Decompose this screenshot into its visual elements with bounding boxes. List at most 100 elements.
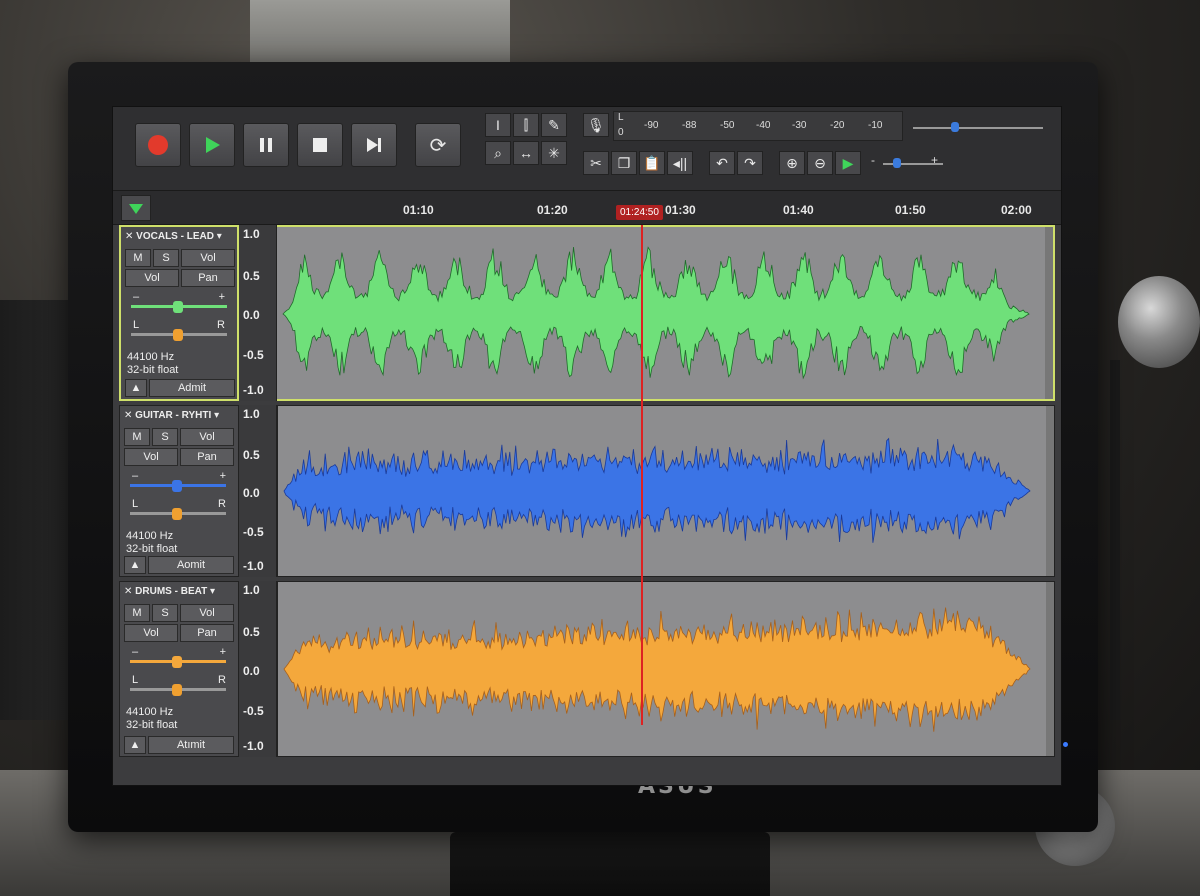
pan-knob[interactable] [173,329,183,341]
skip-end-button[interactable] [351,123,397,167]
volume-button[interactable]: Vol [181,249,235,267]
zoom-out-button[interactable]: ⊖ [807,151,833,175]
close-icon[interactable]: ✕ [124,410,135,421]
monitor-stand [450,832,770,896]
waveform-area[interactable] [277,581,1055,757]
stop-button[interactable] [297,123,343,167]
waveform-area[interactable] [277,225,1055,401]
track-name[interactable]: ✕ GUITAR - RYHTI ▾ [124,410,219,421]
envelope-tool[interactable]: ⫿ [513,113,539,137]
redo-button[interactable]: ↷ [737,151,763,175]
play-at-speed-button[interactable]: ▶ [835,151,861,175]
track-name[interactable]: ✕ DRUMS - BEAT ▾ [124,586,215,597]
gain-knob[interactable] [172,656,182,668]
dropdown-icon[interactable]: ▾ [210,586,215,597]
level-meter: L 0 -90 -88 -50 -40 -30 -20 -10 [613,111,903,141]
play-speed-icon: ▶ [842,154,854,171]
scale-label: -0.5 [243,348,264,363]
sample-format: 32-bit float [126,719,178,731]
gain-knob[interactable] [172,480,182,492]
sample-rate: 44100 Hz [127,351,175,363]
audio-track[interactable]: ✕ GUITAR - RYHTI ▾ M S Vol Vol Pan – + L… [113,405,1061,577]
speed-plus: + [931,153,939,167]
track-action-button[interactable]: Admit [149,379,235,397]
transport-toolbar: ⟳ I ⫿ ✎ ⌕ ↔ ✳ 🎙 L 0 -90 -88 -50 -40 -30 … [113,107,1061,191]
close-icon[interactable]: ✕ [125,231,136,242]
playhead-line[interactable] [641,225,643,725]
track-scrollbar[interactable] [1046,406,1054,576]
solo-button[interactable]: S [152,604,178,622]
draw-tool[interactable]: ✎ [541,113,567,137]
close-icon[interactable]: ✕ [124,586,135,597]
cut-button[interactable]: ✂ [583,151,609,175]
undo-button[interactable]: ↶ [709,151,735,175]
power-led [1063,742,1068,747]
gain-knob[interactable] [173,301,183,313]
zoom-in-button[interactable]: ⊕ [779,151,805,175]
collapse-button[interactable]: ▲ [124,736,146,754]
solo-button[interactable]: S [153,249,179,267]
playback-volume-slider[interactable] [913,127,1043,129]
pan-knob[interactable] [172,684,182,696]
mute-button[interactable]: M [125,249,151,267]
volume-label-button[interactable]: Vol [124,624,178,642]
dropdown-icon[interactable]: ▾ [217,231,222,242]
microphone-icon: 🎙 [587,116,605,133]
pan-knob[interactable] [172,508,182,520]
mute-button[interactable]: M [124,604,150,622]
waveform-shape [283,437,1031,543]
amplitude-scale: 1.0 0.5 0.0 -0.5 -1.0 [239,405,277,577]
silence-button[interactable]: ◂|| [667,151,693,175]
playhead-time[interactable]: 01:24:50 [616,205,663,220]
volume-label-button[interactable]: Vol [124,448,178,466]
timeline-menu-button[interactable] [121,195,151,221]
volume-button[interactable]: Vol [180,604,234,622]
collapse-button[interactable]: ▲ [125,379,147,397]
track-control-panel[interactable]: ✕ VOCALS - LEAD ▾ M S Vol Vol Pan – + L … [119,225,239,401]
zoom-tool[interactable]: ⌕ [485,141,511,165]
play-button[interactable] [189,123,235,167]
loop-icon: ⟳ [429,134,447,157]
mute-button[interactable]: M [124,428,150,446]
dropdown-icon[interactable]: ▾ [214,410,219,421]
daw-screen: ⟳ I ⫿ ✎ ⌕ ↔ ✳ 🎙 L 0 -90 -88 -50 -40 -30 … [112,106,1062,786]
scale-label: -1.0 [243,739,264,753]
solo-button[interactable]: S [152,428,178,446]
timeshift-tool[interactable]: ↔ [513,141,539,165]
track-control-panel[interactable]: ✕ DRUMS - BEAT ▾ M S Vol Vol Pan – + L R… [119,581,239,757]
track-scrollbar[interactable] [1045,227,1053,399]
track-name[interactable]: ✕ VOCALS - LEAD ▾ [125,231,222,242]
meter-tick: -90 [644,120,659,131]
volume-button[interactable]: Vol [180,428,234,446]
asterisk-icon: ✳ [548,144,560,161]
loop-button[interactable]: ⟳ [415,123,461,167]
record-button[interactable] [135,123,181,167]
copy-button[interactable]: ❐ [611,151,637,175]
pan-right-label: R [217,319,225,331]
record-meter-button[interactable]: 🎙 [583,113,609,137]
timeline-ruler[interactable]: 01:10 01:20 01:30 01:40 01:50 02:00 01:2… [113,191,1061,225]
waveform-area[interactable] [277,405,1055,577]
track-action-button[interactable]: Aomit [148,556,234,574]
volume-label-button[interactable]: Vol [125,269,179,287]
pan-right-label: R [218,498,226,510]
amplitude-scale: 1.0 0.5 0.0 -0.5 -1.0 [239,225,277,401]
pause-button[interactable] [243,123,289,167]
playback-volume-knob[interactable] [951,122,959,132]
audio-track[interactable]: ✕ DRUMS - BEAT ▾ M S Vol Vol Pan – + L R… [113,581,1061,757]
track-scrollbar[interactable] [1046,582,1054,756]
play-speed-knob[interactable] [893,158,901,168]
select-tool[interactable]: I [485,113,511,137]
envelope-icon: ⫿ [523,116,529,133]
track-control-panel[interactable]: ✕ GUITAR - RYHTI ▾ M S Vol Vol Pan – + L… [119,405,239,577]
collapse-button[interactable]: ▲ [124,556,146,574]
pan-button[interactable]: Pan [180,448,234,466]
track-action-button[interactable]: Atımit [148,736,234,754]
pan-button[interactable]: Pan [180,624,234,642]
multi-tool[interactable]: ✳ [541,141,567,165]
speed-minus: - [871,153,875,167]
scale-label: -0.5 [243,704,264,719]
audio-track[interactable]: ✕ VOCALS - LEAD ▾ M S Vol Vol Pan – + L … [113,225,1061,401]
pan-button[interactable]: Pan [181,269,235,287]
paste-button[interactable]: 📋 [639,151,665,175]
